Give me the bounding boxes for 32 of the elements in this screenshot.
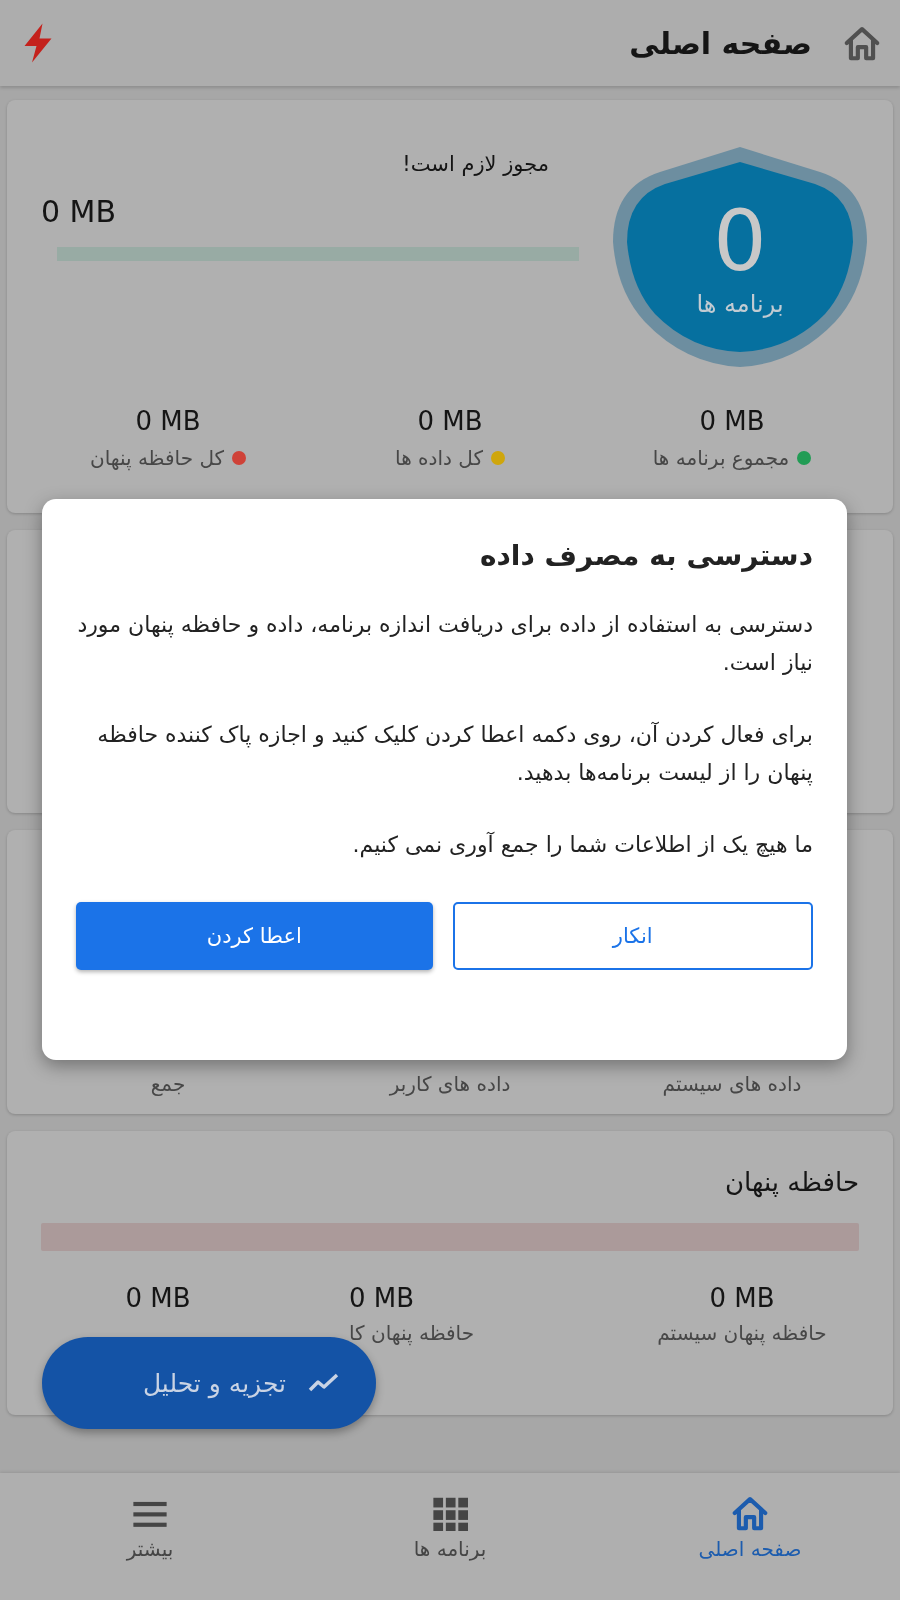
dialog-title: دسترسی به مصرف داده	[478, 539, 813, 572]
apps-label: برنامه ها	[696, 290, 784, 318]
page-title: صفحه اصلی	[629, 25, 812, 61]
stat-value: 0 MB	[125, 1283, 191, 1313]
stat-label: حافظه پنهان سیستم	[657, 1321, 827, 1345]
nav-tab[interactable]: صفحه اصلی	[600, 1473, 900, 1600]
stat-label: مجموع برنامه ها	[652, 446, 790, 470]
dialog-text: برای فعال کردن آن، روی دکمه اعطا کردن کلیک کنید و اجازه پاک کننده حافظه پنهان را از لیست برنامه‌ها بدهید.	[96, 720, 813, 788]
stat-label: کل حافظه پنهان	[89, 446, 225, 470]
trend-icon	[308, 1372, 340, 1394]
card-title: حافظه پنهان	[723, 1166, 860, 1200]
permission-note: مجوز لازم است!	[402, 152, 549, 176]
deny-button[interactable]: انکار	[452, 902, 813, 970]
stat-label: جمع	[149, 1072, 187, 1096]
stat-value: 0 MB	[135, 406, 201, 436]
stat-label: داده های کاربر	[388, 1072, 512, 1096]
nav-tab[interactable]: برنامه ها	[300, 1473, 600, 1600]
dialog-text: دسترسی به استفاده از داده برای دریافت اندازه برنامه، داده و حافظه پنهان مورد نیاز است.	[76, 611, 813, 677]
stat-value: 0 MB	[417, 406, 483, 436]
nav-tab[interactable]: بیشتر	[0, 1473, 300, 1600]
stat-label: کل داده ها	[395, 446, 483, 470]
stat-label: داده های سیستم	[661, 1072, 803, 1096]
home-icon	[730, 1495, 770, 1531]
home-icon[interactable]	[842, 25, 882, 61]
dialog-text: ما هیچ یک از اطلاعات شما را جمع آوری نمی کنیم.	[351, 831, 813, 860]
grant-button[interactable]: اعطا کردن	[76, 902, 433, 970]
apps-count: 0	[713, 196, 767, 286]
grid-icon	[430, 1495, 470, 1531]
stat-value: 0 MB	[349, 1283, 415, 1313]
stat-value: 0 MB	[709, 1283, 775, 1313]
stat-value: 0 MB	[699, 406, 765, 436]
storage-total: 0 MB	[41, 194, 117, 229]
